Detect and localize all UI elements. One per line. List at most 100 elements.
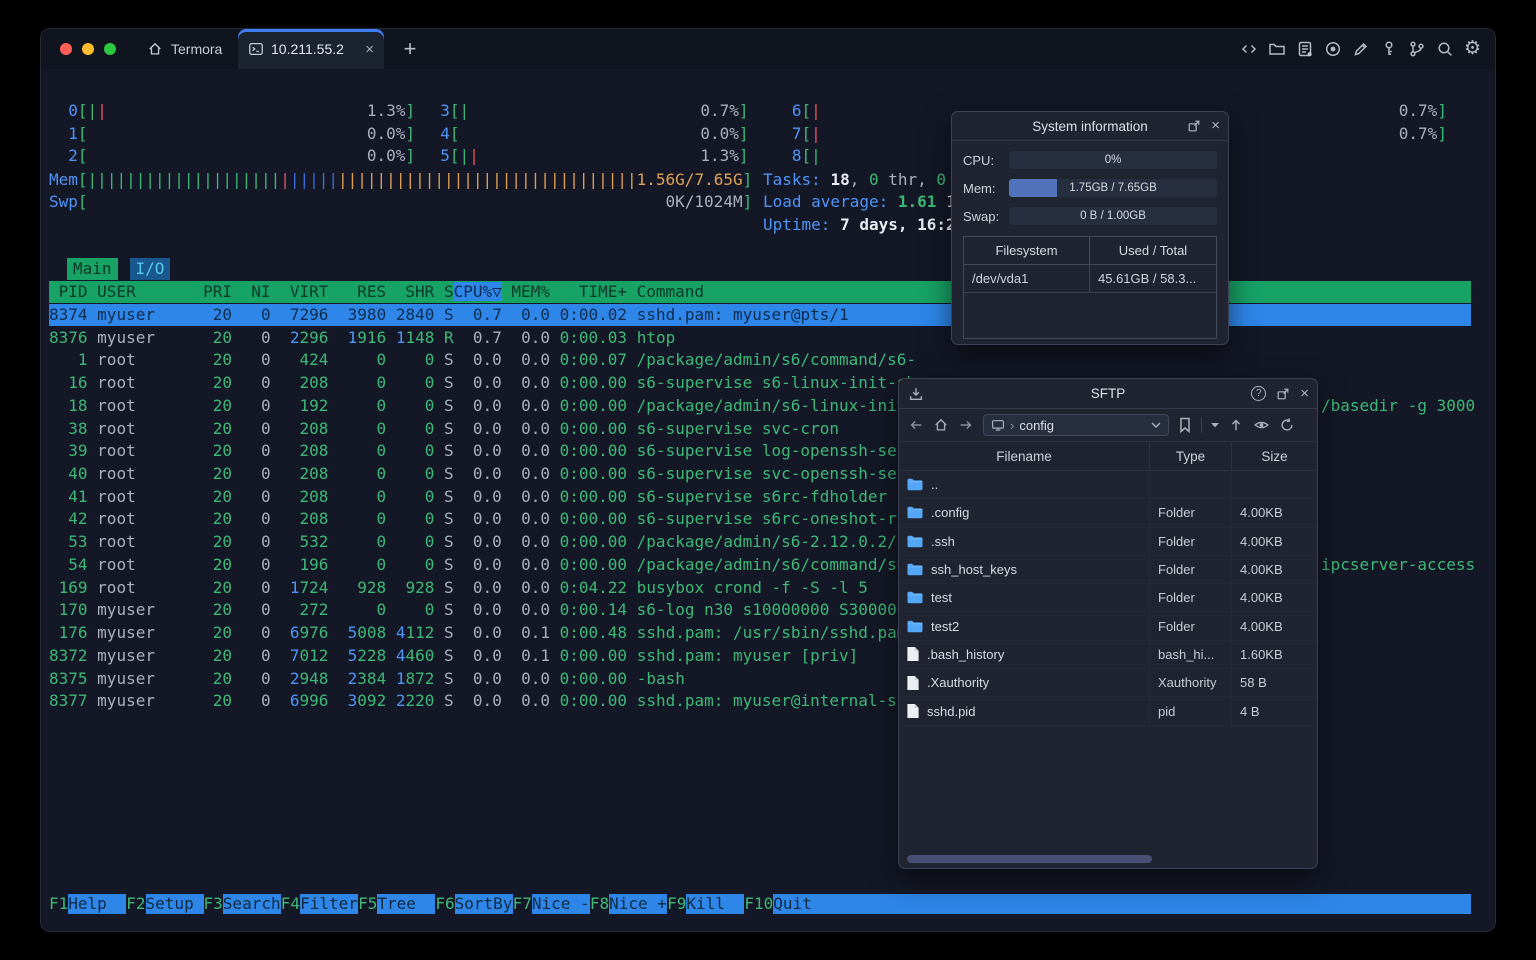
close-icon[interactable]: × (1211, 118, 1220, 133)
cell-mem-hi: 3 (328, 691, 358, 710)
file-row[interactable]: test2 Folder 4.00KB (899, 612, 1317, 641)
fkey-action-F1[interactable]: Help (68, 894, 127, 914)
file-row[interactable]: .. (899, 471, 1317, 500)
file-row[interactable]: .ssh Folder 4.00KB (899, 527, 1317, 556)
process-row[interactable]: 8374 myuser 20 0 7296 3980 2840 S 0.7 0.… (49, 304, 1471, 326)
cpu-percent: 0.0% (366, 124, 406, 143)
file-row[interactable]: .bash_history bash_hi... 1.60KB (899, 640, 1317, 670)
code-icon[interactable] (1240, 40, 1258, 58)
terminal-tab[interactable]: 10.211.55.2 × (238, 29, 384, 69)
cell-gap (434, 600, 444, 619)
help-icon[interactable]: ? (1251, 386, 1267, 401)
cell-mempct: 0.1 (501, 646, 550, 665)
cell-ni: 0 (232, 691, 271, 710)
cell-command: s6-log n30 s10000000 S3000000 (627, 600, 917, 619)
cell-command: /package/admin/s6/command/s6- (627, 350, 917, 369)
filesystem-row[interactable]: /dev/vda1 45.61GB / 58.3... (964, 265, 1216, 293)
fkey-action-F2[interactable]: Setup (145, 894, 204, 914)
system-information-panel: System information × CPU: 0% Mem: 1.75GB… (951, 111, 1229, 345)
process-row[interactable]: 1 root 20 0 424 0 0 S 0.0 0.0 0:00.07 /p… (49, 349, 1471, 371)
size-column-header[interactable]: Size (1232, 442, 1317, 470)
file-size: 4.00KB (1240, 562, 1283, 578)
zoom-window-button[interactable] (104, 43, 116, 55)
cell-mempct: 0.0 (501, 600, 550, 619)
file-row[interactable]: sshd.pid pid 4 B (899, 697, 1317, 726)
filesystem-table-header: Filesystem Used / Total (964, 237, 1216, 265)
keychain-icon[interactable] (1408, 40, 1426, 58)
cell-pri: 20 (183, 600, 233, 619)
file-name-cell: ssh_host_keys (899, 555, 1150, 584)
folder-icon (907, 506, 923, 519)
cell-pri: 20 (183, 555, 233, 574)
cell-cpu: 0.0 (453, 441, 502, 460)
bookmark-caret-down-icon[interactable] (1211, 422, 1219, 428)
search-icon[interactable] (1436, 40, 1454, 58)
new-tab-button[interactable]: + (393, 29, 427, 69)
cell-user: myuser (97, 669, 184, 688)
home-tab[interactable]: Termora (137, 29, 232, 69)
path-field[interactable]: › config (983, 414, 1169, 436)
up-directory-icon[interactable] (1228, 417, 1244, 433)
sort-column-cpu[interactable]: CPU%▽ (453, 282, 502, 301)
horizontal-scrollbar[interactable] (907, 855, 1152, 863)
mem-value: 1.56G/7.65G (636, 170, 743, 189)
settings-icon[interactable]: ⚙ (1464, 39, 1481, 58)
bookmark-icon[interactable] (1178, 417, 1192, 433)
type-column-header[interactable]: Type (1150, 442, 1232, 470)
cell-mem-hi: 5 (328, 623, 358, 642)
file-row[interactable]: .config Folder 4.00KB (899, 499, 1317, 528)
fkey-action-F6[interactable]: SortBy (454, 894, 513, 914)
file-icon (907, 704, 919, 719)
refresh-icon[interactable] (1279, 417, 1295, 433)
terminal-icon (248, 41, 264, 57)
cell-gap (434, 396, 444, 415)
tab-io[interactable]: I/O (129, 258, 171, 280)
meter-space (88, 146, 367, 165)
fkey-action-F5[interactable]: Tree (377, 894, 436, 914)
key-icon[interactable] (1380, 40, 1398, 58)
filename-column-header[interactable]: Filename (899, 442, 1150, 470)
cell-command: sshd.pam: myuser@internal-sft (627, 691, 917, 710)
fkey-action-F10[interactable]: Quit (773, 894, 1471, 914)
fkey-action-F8[interactable]: Nice + (609, 894, 668, 914)
home-icon[interactable] (933, 417, 949, 433)
sessions-list-icon[interactable] (1296, 40, 1314, 58)
cell-pri: 20 (183, 646, 233, 665)
minimize-window-button[interactable] (82, 43, 94, 55)
cell-state: S (443, 464, 454, 483)
open-in-window-icon[interactable] (1187, 119, 1201, 133)
cell-gap (434, 350, 444, 369)
cell-mem-hi: 4 (386, 646, 406, 665)
cell-mempct: 0.0 (501, 350, 550, 369)
open-in-window-icon[interactable] (1276, 387, 1290, 401)
file-row[interactable]: test Folder 4.00KB (899, 584, 1317, 613)
cell-cpu: 0.0 (453, 600, 502, 619)
fkey-F8: F8 (589, 894, 610, 913)
forward-icon[interactable] (958, 417, 974, 433)
close-tab-icon[interactable]: × (365, 41, 374, 58)
close-window-button[interactable] (60, 43, 72, 55)
close-icon[interactable]: × (1300, 386, 1309, 401)
cell-mem-hi: 7 (270, 646, 300, 665)
file-size: 4.00KB (1240, 533, 1283, 549)
file-row[interactable]: ssh_host_keys Folder 4.00KB (899, 555, 1317, 585)
file-row[interactable]: .Xauthority Xauthority 58 B (899, 669, 1317, 698)
system-information-titlebar: System information × (952, 112, 1228, 141)
tab-main[interactable]: Main (67, 258, 118, 280)
chevron-down-icon[interactable] (1151, 421, 1161, 429)
fkey-action-F4[interactable]: Filter (300, 894, 359, 914)
fkey-action-F9[interactable]: Kill (686, 894, 745, 914)
cell-gap (88, 669, 98, 688)
file-name-cell: test2 (899, 612, 1150, 640)
file-name: .Xauthority (927, 675, 990, 691)
process-row[interactable]: 8376 myuser 20 0 2296 1916 1148 R 0.7 0.… (49, 327, 1471, 349)
fkey-action-F3[interactable]: Search (222, 894, 281, 914)
back-icon[interactable] (908, 417, 924, 433)
show-hidden-eye-icon[interactable] (1253, 417, 1270, 433)
edit-icon[interactable] (1352, 40, 1370, 58)
record-icon[interactable] (1324, 40, 1342, 58)
fkey-action-F7[interactable]: Nice - (531, 894, 590, 914)
cell-user: root (97, 464, 184, 483)
folder-icon[interactable] (1268, 40, 1286, 58)
meter-bracket: [ (449, 101, 460, 120)
